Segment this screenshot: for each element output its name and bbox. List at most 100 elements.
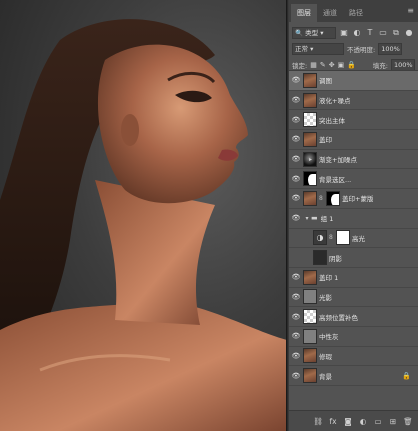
layer-name[interactable]: 液化+噪点 — [319, 95, 350, 105]
layer-thumbnail[interactable] — [303, 269, 317, 285]
visibility-eye-icon[interactable]: 👁 — [289, 372, 303, 380]
visibility-eye-icon[interactable]: 👁 — [289, 76, 303, 84]
layer-name[interactable]: 阴影 — [329, 253, 342, 263]
visibility-eye-icon[interactable]: 👁 — [289, 194, 303, 202]
layer-row[interactable]: 👁 盖印 1 — [289, 268, 418, 288]
adjustment-filter-icon[interactable]: ◐ — [352, 28, 362, 38]
panel-tabs: 图层 通道 路径 ≡ — [289, 0, 418, 22]
layer-row[interactable]: 👁 阴影 — [289, 248, 418, 268]
layer-thumbnail[interactable]: ◑ — [313, 230, 327, 246]
layer-row[interactable]: 👁 ▾ ▬ 组 1 — [289, 209, 418, 229]
visibility-eye-icon[interactable]: 👁 — [289, 234, 303, 242]
tab-layers[interactable]: 图层 — [291, 4, 317, 22]
layer-thumbnail[interactable] — [303, 348, 317, 364]
new-layer-icon[interactable]: ⊞ — [388, 417, 398, 426]
tab-paths[interactable]: 路径 — [343, 4, 369, 22]
visibility-eye-icon[interactable]: 👁 — [289, 254, 303, 262]
layer-name[interactable]: 盖印+蒙版 — [342, 193, 373, 203]
tab-channels[interactable]: 通道 — [317, 4, 343, 22]
lock-all-icon[interactable]: 🔒 — [347, 61, 356, 69]
link-layers-icon[interactable]: ⛓ — [313, 417, 323, 426]
visibility-eye-icon[interactable]: 👁 — [289, 214, 303, 222]
visibility-eye-icon[interactable]: 👁 — [289, 116, 303, 124]
opacity-input[interactable]: 100% — [378, 43, 403, 55]
layer-name[interactable]: 光影 — [319, 292, 332, 302]
layer-thumbnail[interactable] — [303, 190, 317, 206]
smart-object-filter-icon[interactable]: ⧉ — [391, 28, 401, 38]
visibility-eye-icon[interactable]: 👁 — [289, 155, 303, 163]
layer-row[interactable]: 👁 中性灰 — [289, 327, 418, 347]
visibility-eye-icon[interactable]: 👁 — [289, 273, 303, 281]
visibility-eye-icon[interactable]: 👁 — [289, 313, 303, 321]
visibility-eye-icon[interactable]: 👁 — [289, 352, 303, 360]
layer-row[interactable]: 👁 渐变+加噪点 ▸ — [289, 150, 418, 170]
layer-lock-icon[interactable]: 🔒 — [402, 372, 411, 380]
layer-thumbnail[interactable] — [303, 131, 317, 147]
layer-row[interactable]: 👁 盖印 — [289, 130, 418, 150]
adjustment-layer-icon[interactable]: ◐ — [358, 417, 368, 426]
lock-artboard-icon[interactable]: ▣ — [338, 61, 345, 69]
panel-bottom-bar: ⛓ fx ◙ ◐ ▭ ⊞ 🗑 — [289, 410, 418, 431]
layer-row[interactable]: 👁 调图 — [289, 71, 418, 91]
document-canvas[interactable] — [0, 0, 287, 431]
layer-row[interactable]: 👁 ◑8 高光 — [289, 229, 418, 249]
layer-row[interactable]: 👁 8 盖印+蒙版 — [289, 189, 418, 209]
layer-name[interactable]: 组 1 — [321, 213, 334, 223]
visibility-eye-icon[interactable]: 👁 — [289, 135, 303, 143]
add-mask-icon[interactable]: ◙ — [343, 417, 353, 426]
lock-transparent-icon[interactable]: ▦ — [310, 61, 317, 69]
visibility-eye-icon[interactable]: 👁 — [289, 96, 303, 104]
layer-name[interactable]: 盖印 — [319, 134, 332, 144]
fx-icon[interactable]: fx — [328, 417, 338, 426]
layer-mask-thumbnail[interactable] — [326, 190, 340, 206]
type-filter-icon[interactable]: T — [365, 28, 375, 38]
blend-mode-select[interactable]: 正常 ▾ — [292, 43, 344, 55]
new-group-icon[interactable]: ▭ — [373, 417, 383, 426]
visibility-eye-icon[interactable]: 👁 — [289, 293, 303, 301]
layer-name[interactable]: 调图 — [319, 75, 332, 85]
layer-thumbnail[interactable] — [303, 112, 317, 128]
filter-row: 🔍 类型 ▾ ▣ ◐ T ▭ ⧉ ● — [289, 25, 418, 41]
image-filter-icon[interactable]: ▣ — [339, 28, 349, 38]
layer-name[interactable]: 背景 — [319, 371, 332, 381]
mask-link-icon[interactable]: 8 — [319, 195, 325, 202]
layer-thumbnail[interactable] — [303, 289, 317, 305]
visibility-eye-icon[interactable]: 👁 — [289, 332, 303, 340]
layer-thumbnail[interactable] — [303, 72, 317, 88]
layer-row[interactable]: 👁 液化+噪点 — [289, 91, 418, 111]
layer-name[interactable]: 修瑕 — [319, 351, 332, 361]
group-expand-icon[interactable]: ▾ — [303, 215, 311, 222]
layer-thumbnail[interactable] — [303, 171, 317, 187]
layer-thumbnail[interactable] — [313, 250, 327, 266]
layer-row[interactable]: 👁 背景选区... — [289, 169, 418, 190]
shape-filter-icon[interactable]: ▭ — [378, 28, 388, 38]
filter-toggle-icon[interactable]: ● — [404, 28, 414, 38]
mask-link-icon[interactable]: 8 — [329, 234, 335, 241]
layer-name[interactable]: 高光 — [352, 233, 365, 243]
layer-row[interactable]: 👁 修瑕 — [289, 347, 418, 367]
layer-name[interactable]: 渐变+加噪点 — [319, 154, 357, 164]
layer-thumbnail[interactable] — [303, 92, 317, 108]
clipping-arrow-icon: ▸ — [309, 155, 313, 163]
layer-row[interactable]: 👁 突出主体 — [289, 110, 418, 131]
panel-menu-icon[interactable]: ≡ — [407, 6, 414, 15]
layer-row[interactable]: 👁 高频位置补色 — [289, 307, 418, 327]
layer-thumbnail[interactable] — [303, 309, 317, 325]
layer-name[interactable]: 中性灰 — [319, 331, 339, 341]
layer-name[interactable]: 高频位置补色 — [319, 312, 358, 322]
delete-layer-icon[interactable]: 🗑 — [403, 417, 413, 426]
lock-position-icon[interactable]: ✥ — [329, 61, 335, 69]
blend-mode-value: 正常 — [295, 45, 308, 53]
folder-icon: ▬ — [311, 214, 318, 223]
layer-thumbnail[interactable] — [303, 368, 317, 384]
layer-mask-thumbnail[interactable] — [336, 230, 350, 246]
visibility-eye-icon[interactable]: 👁 — [289, 175, 303, 183]
layer-thumbnail[interactable] — [303, 328, 317, 344]
layer-name[interactable]: 背景选区... — [319, 174, 351, 184]
layer-name[interactable]: 突出主体 — [319, 115, 345, 125]
lock-paint-icon[interactable]: ✎ — [320, 61, 326, 69]
layer-row[interactable]: 👁 光影 — [289, 288, 418, 308]
layer-row[interactable]: 👁 背景 🔒 — [289, 366, 418, 386]
layer-filter-select[interactable]: 🔍 类型 ▾ — [292, 27, 336, 39]
layer-name[interactable]: 盖印 1 — [319, 272, 338, 282]
